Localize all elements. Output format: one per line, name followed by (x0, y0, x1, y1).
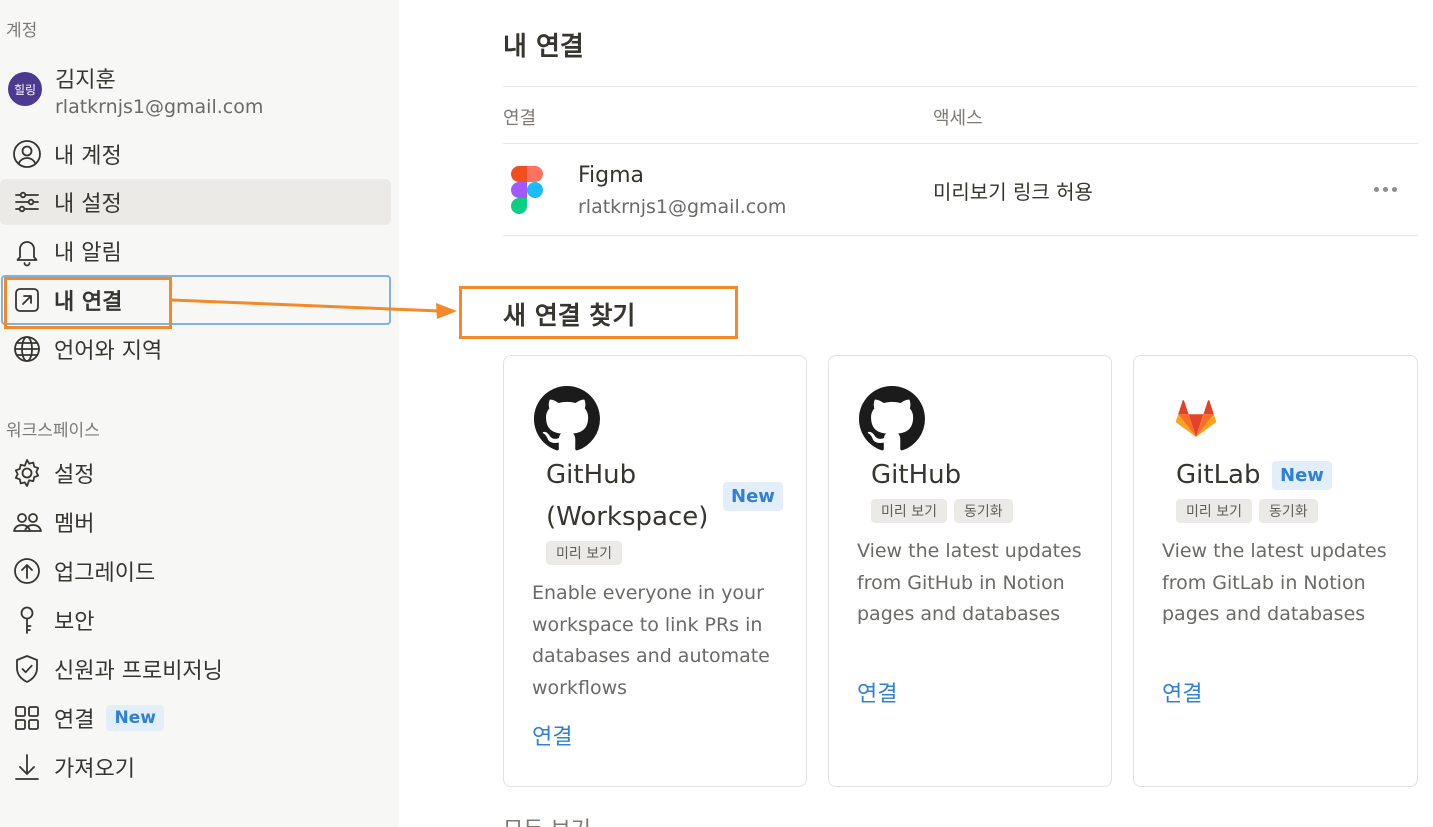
connect-link[interactable]: 연결 (1162, 676, 1202, 708)
tag-sync: 동기화 (1258, 499, 1318, 523)
column-header-access: 액세스 (933, 108, 983, 129)
page-title: 내 연결 (503, 32, 584, 62)
github-icon (859, 386, 925, 456)
view-all-link[interactable]: 모두 보기 (503, 812, 591, 827)
card-description: Enable everyone in your workspace to lin… (532, 582, 770, 699)
github-icon (534, 386, 600, 456)
figma-icon (511, 166, 543, 218)
connection-email: rlatkrnjs1@gmail.com (578, 196, 787, 218)
more-dots-icon (1373, 186, 1379, 192)
connection-access: 미리보기 링크 허용 (933, 180, 1093, 204)
integration-card-github-workspace[interactable]: GitHub (Workspace) New 미리 보기 Enable ever… (503, 355, 807, 787)
connect-link[interactable]: 연결 (532, 719, 572, 751)
divider (503, 235, 1418, 236)
more-options-button[interactable] (1368, 176, 1402, 202)
new-badge: New (1272, 461, 1332, 490)
card-tags: 미리 보기 동기화 (1176, 499, 1325, 523)
card-tags: 미리 보기 동기화 (871, 499, 1020, 523)
divider (503, 86, 1418, 87)
integration-card-github[interactable]: GitHub 미리 보기 동기화 View the latest updates … (828, 355, 1112, 787)
new-badge: New (723, 482, 783, 511)
card-title: GitHub (871, 460, 962, 490)
card-title: GitLab (1176, 460, 1261, 490)
tag-preview: 미리 보기 (546, 541, 622, 565)
integration-card-gitlab[interactable]: GitLab New 미리 보기 동기화 View the latest upda… (1133, 355, 1418, 787)
connection-name: Figma (578, 163, 645, 188)
section-title-find-connections: 새 연결 찾기 (503, 301, 636, 330)
tag-sync: 동기화 (953, 499, 1013, 523)
gitlab-icon (1175, 400, 1217, 442)
card-title: GitHub (546, 460, 637, 490)
divider (503, 143, 1418, 144)
card-tags: 미리 보기 (546, 541, 629, 565)
tag-preview: 미리 보기 (871, 499, 947, 523)
column-header-connection: 연결 (503, 108, 537, 129)
card-title-line2: (Workspace) (546, 502, 709, 532)
tag-preview: 미리 보기 (1176, 499, 1252, 523)
connect-link[interactable]: 연결 (857, 676, 897, 708)
card-description: View the latest updates from GitLab in N… (1162, 540, 1387, 625)
card-description: View the latest updates from GitHub in N… (857, 540, 1082, 625)
